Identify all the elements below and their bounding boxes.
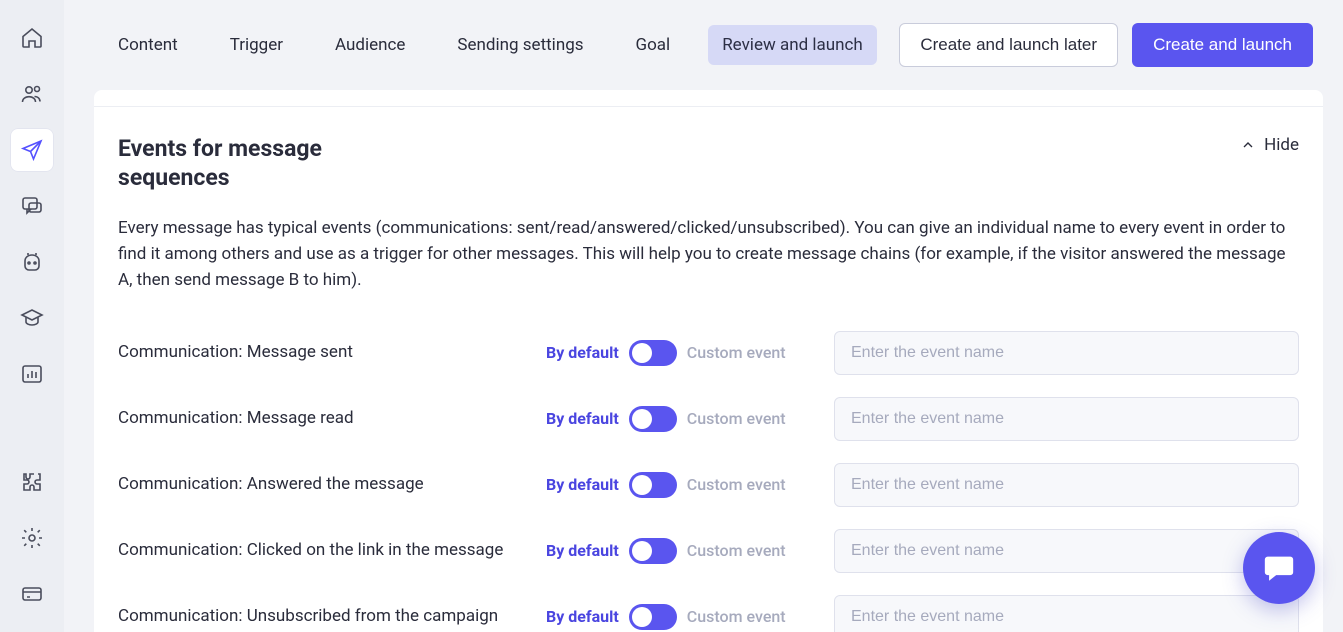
switch-knob <box>632 409 652 429</box>
custom-event-label: Custom event <box>687 409 786 428</box>
event-mode-switch[interactable] <box>629 604 677 630</box>
chat-icon <box>20 194 44 218</box>
event-label: Communication: Clicked on the link in th… <box>118 539 528 562</box>
sidebar-item-send[interactable] <box>10 128 54 172</box>
event-name-input[interactable] <box>834 463 1299 507</box>
content-area: Events for message sequences Hide Every … <box>64 90 1343 632</box>
users-icon <box>20 82 44 106</box>
sidebar-item-messages[interactable] <box>10 184 54 228</box>
custom-event-label: Custom event <box>687 475 786 494</box>
event-row: Communication: Clicked on the link in th… <box>118 518 1299 584</box>
event-toggle-cluster: By default Custom event <box>546 472 816 498</box>
sidebar-item-billing[interactable] <box>10 572 54 616</box>
home-icon <box>20 26 44 50</box>
tab-trigger[interactable]: Trigger <box>216 25 297 65</box>
tab-review-and-launch[interactable]: Review and launch <box>708 25 877 65</box>
event-label: Communication: Message sent <box>118 341 528 364</box>
sidebar <box>0 0 64 632</box>
bar-chart-icon <box>20 362 44 386</box>
section-separator <box>94 106 1323 107</box>
event-mode-switch[interactable] <box>629 472 677 498</box>
event-label: Communication: Answered the message <box>118 473 528 496</box>
custom-event-label: Custom event <box>687 541 786 560</box>
tab-goal[interactable]: Goal <box>622 25 685 65</box>
by-default-label: By default <box>546 343 619 362</box>
topbar: Content Trigger Audience Sending setting… <box>64 0 1343 90</box>
event-row: Communication: Unsubscribed from the cam… <box>118 584 1299 632</box>
tab-list: Content Trigger Audience Sending setting… <box>104 25 877 65</box>
gear-icon <box>20 526 44 550</box>
event-toggle-cluster: By default Custom event <box>546 340 816 366</box>
event-row: Communication: Message read By default C… <box>118 386 1299 452</box>
event-row: Communication: Answered the message By d… <box>118 452 1299 518</box>
section-title: Events for message sequences <box>118 135 358 193</box>
event-name-input[interactable] <box>834 595 1299 632</box>
puzzle-icon <box>20 470 44 494</box>
custom-event-label: Custom event <box>687 343 786 362</box>
sidebar-item-integrations[interactable] <box>10 460 54 504</box>
event-mode-switch[interactable] <box>629 406 677 432</box>
custom-event-label: Custom event <box>687 607 786 626</box>
hide-section-toggle[interactable]: Hide <box>1240 135 1299 155</box>
credit-card-icon <box>20 582 44 606</box>
tab-sending-settings[interactable]: Sending settings <box>443 25 597 65</box>
section-description: Every message has typical events (commun… <box>118 215 1299 294</box>
hide-label: Hide <box>1264 135 1299 155</box>
sidebar-item-settings[interactable] <box>10 516 54 560</box>
bot-icon <box>20 250 44 274</box>
chevron-up-icon <box>1240 137 1256 153</box>
sidebar-item-knowledge[interactable] <box>10 296 54 340</box>
switch-knob <box>632 541 652 561</box>
chat-bubble-icon <box>1262 551 1296 585</box>
sidebar-item-home[interactable] <box>10 16 54 60</box>
by-default-label: By default <box>546 541 619 560</box>
event-row: Communication: Message sent By default C… <box>118 320 1299 386</box>
create-and-launch-button[interactable]: Create and launch <box>1132 23 1313 67</box>
chat-fab[interactable] <box>1243 532 1315 604</box>
event-label: Communication: Message read <box>118 407 528 430</box>
switch-knob <box>632 343 652 363</box>
event-name-input[interactable] <box>834 397 1299 441</box>
sidebar-item-reports[interactable] <box>10 352 54 396</box>
sidebar-item-users[interactable] <box>10 72 54 116</box>
event-toggle-cluster: By default Custom event <box>546 538 816 564</box>
event-toggle-cluster: By default Custom event <box>546 406 816 432</box>
paper-plane-icon <box>20 138 44 162</box>
tab-content[interactable]: Content <box>104 25 192 65</box>
event-name-input[interactable] <box>834 529 1299 573</box>
event-toggle-cluster: By default Custom event <box>546 604 816 630</box>
graduation-cap-icon <box>20 306 44 330</box>
sidebar-item-bot[interactable] <box>10 240 54 284</box>
by-default-label: By default <box>546 409 619 428</box>
by-default-label: By default <box>546 607 619 626</box>
by-default-label: By default <box>546 475 619 494</box>
switch-knob <box>632 475 652 495</box>
event-mode-switch[interactable] <box>629 340 677 366</box>
tab-audience[interactable]: Audience <box>321 25 419 65</box>
event-mode-switch[interactable] <box>629 538 677 564</box>
switch-knob <box>632 607 652 627</box>
events-section-card: Events for message sequences Hide Every … <box>94 90 1323 632</box>
create-and-launch-later-button[interactable]: Create and launch later <box>899 23 1118 67</box>
event-name-input[interactable] <box>834 331 1299 375</box>
event-label: Communication: Unsubscribed from the cam… <box>118 605 528 628</box>
